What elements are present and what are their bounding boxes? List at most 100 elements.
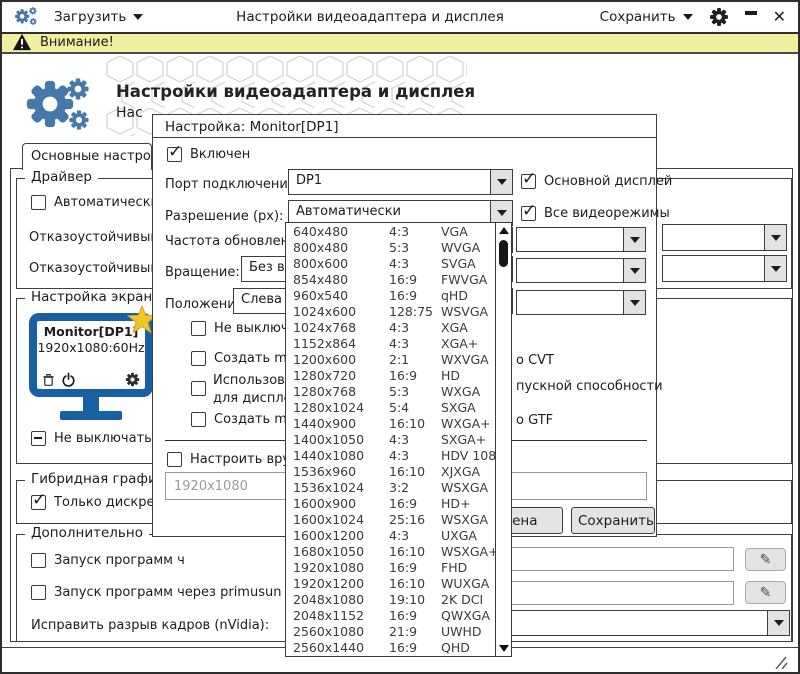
resolution-option-size: 2048x1152 [293, 608, 389, 624]
dropdown-arrow-icon[interactable] [623, 228, 645, 251]
tab-main-settings[interactable]: Основные настройки [22, 143, 152, 170]
resolution-option[interactable]: 1440x900 16:10 WXGA+ [286, 416, 495, 432]
resolution-option[interactable]: 1920x1200 16:10 WUXGA [286, 576, 495, 592]
all-modes-checkbox[interactable] [521, 206, 536, 221]
resolution-option-size: 1920x1200 [293, 576, 389, 592]
resolution-option-ratio: 16:10 [389, 464, 441, 480]
resolution-option[interactable]: 1200x600 2:1 WXVGA [286, 352, 495, 368]
manual-setup-checkbox[interactable] [167, 452, 182, 467]
edit-button-2[interactable]: ✎ [745, 581, 786, 604]
minimize-button[interactable] [745, 11, 757, 15]
resolution-option[interactable]: 1280x720 16:9 HD [286, 368, 495, 384]
resolution-option[interactable]: 1536x960 16:10 XJXGA [286, 464, 495, 480]
dropdown-arrow-icon[interactable] [764, 225, 786, 250]
dropdown-arrow-icon[interactable] [764, 256, 786, 281]
resolution-option[interactable]: 1440x1080 4:3 HDV 1080i [286, 448, 495, 464]
discrete-only-checkbox[interactable] [31, 495, 46, 510]
warning-bar: Внимание! [2, 32, 798, 54]
resolution-option-ratio: 4:3 [389, 336, 441, 352]
page-subtitle-fragment: Нас [116, 105, 143, 121]
dialog-keep-display-checkbox[interactable] [191, 321, 206, 336]
resolution-option[interactable]: 1680x1050 16:10 WSXGA+ [286, 544, 495, 560]
trash-icon[interactable] [42, 373, 55, 387]
resolution-option-size: 1152x864 [293, 336, 389, 352]
resolution-option-ratio: 19:10 [389, 592, 441, 608]
resolution-option[interactable]: 2560x1080 21:9 UWHD [286, 624, 495, 640]
modeline-gtf-checkbox[interactable] [191, 412, 206, 427]
resolution-option[interactable]: 2048x1080 19:10 2K DCI [286, 592, 495, 608]
edit-button-1[interactable]: ✎ [745, 548, 786, 571]
monitor-gear-icon[interactable] [125, 372, 140, 387]
resolution-option[interactable]: 1024x600 128:75 WSVGA [286, 304, 495, 320]
resolution-option-ratio: 16:10 [389, 416, 441, 432]
resolution-option-name: SXGA [441, 400, 495, 416]
scroll-up-icon[interactable] [499, 227, 509, 234]
port-combobox[interactable]: DP1 [288, 169, 513, 195]
failsafe-driver-combobox-2[interactable] [662, 255, 787, 282]
resolution-option[interactable]: 854x480 16:9 FWVGA [286, 272, 495, 288]
save-dialog-button[interactable]: Сохранить [571, 507, 655, 534]
resolution-option[interactable]: 1920x1080 16:9 FHD [286, 560, 495, 576]
resolution-option-name: WXVGA [441, 352, 495, 368]
enabled-label: Включен [190, 147, 250, 162]
monitor-stand [83, 397, 99, 411]
cvt-reduced-suffix: пускной способности [516, 379, 663, 394]
resolution-option-ratio: 5:4 [389, 400, 441, 416]
resolution-option[interactable]: 2560x1440 16:9 QHD [286, 640, 495, 656]
warning-text: Внимание! [40, 35, 114, 50]
resolution-option-size: 1280x720 [293, 368, 389, 384]
run-programs-label-1: Запуск программ ч [54, 553, 185, 568]
resolution-option[interactable]: 800x600 4:3 SVGA [286, 256, 495, 272]
all-modes-label: Все видеорежимы [544, 206, 670, 221]
resolution-option[interactable]: 1600x900 16:9 HD+ [286, 496, 495, 512]
resolution-option[interactable]: 1280x768 5:3 WXGA [286, 384, 495, 400]
resolution-option[interactable]: 1400x1050 4:3 SXGA+ [286, 432, 495, 448]
settings-gear-icon[interactable] [709, 7, 729, 27]
resolution-option[interactable]: 1536x1024 3:2 WSXGA [286, 480, 495, 496]
failsafe-driver-combobox-1[interactable] [662, 224, 787, 251]
resolution-option[interactable]: 2048x1152 16:9 QWXGA [286, 608, 495, 624]
modeline-cvt-checkbox[interactable] [191, 351, 206, 366]
dropdown-arrow-icon[interactable] [767, 611, 789, 635]
rotation-secondary-combobox[interactable] [516, 258, 646, 283]
resolution-option-name: HD [441, 368, 495, 384]
resolution-option[interactable]: 800x480 5:3 WVGA [286, 240, 495, 256]
resolution-option[interactable]: 1152x864 4:3 XGA+ [286, 336, 495, 352]
resolution-option[interactable]: 1280x1024 5:4 SXGA [286, 400, 495, 416]
resolution-option-ratio: 5:3 [389, 384, 441, 400]
resolution-option[interactable]: 1600x1200 4:3 UXGA [286, 528, 495, 544]
resolution-option[interactable]: 640x480 4:3 VGA [286, 224, 495, 240]
resolution-option[interactable]: 1024x768 4:3 XGA [286, 320, 495, 336]
resolution-option[interactable]: 1600x1024 25:16 WSXGA [286, 512, 495, 528]
resolution-option-name: HD+ [441, 496, 495, 512]
resolution-label: Разрешение (px): [165, 209, 283, 224]
resolution-option[interactable]: 960x540 16:9 qHD [286, 288, 495, 304]
primary-display-checkbox[interactable] [521, 174, 536, 189]
power-icon[interactable] [61, 372, 76, 387]
auto-driver-checkbox[interactable] [31, 195, 46, 210]
resolution-option-size: 1680x1050 [293, 544, 389, 560]
primary-display-row: Основной дисплей [521, 174, 672, 189]
position-secondary-combobox[interactable] [516, 290, 646, 315]
refresh-rate-secondary-combobox[interactable] [516, 227, 646, 252]
load-button[interactable]: Загрузить [54, 9, 143, 25]
scroll-thumb[interactable] [499, 240, 508, 267]
dropdown-arrow-icon[interactable] [623, 291, 645, 314]
save-button[interactable]: Сохранить [600, 9, 693, 25]
dropdown-arrow-icon[interactable] [490, 170, 512, 194]
caret-down-icon [683, 14, 693, 20]
resolution-option-name: FHD [441, 560, 495, 576]
close-button[interactable]: ✕ [773, 9, 786, 25]
list-scrollbar[interactable] [495, 223, 511, 656]
dropdown-arrow-icon[interactable] [623, 259, 645, 282]
keep-display-checkbox[interactable] [31, 431, 46, 446]
position-secondary-value [517, 291, 623, 314]
scroll-down-icon[interactable] [499, 645, 509, 652]
dialog-title: Настройка: Monitor[DP1] [165, 119, 339, 135]
resolution-option-size: 2560x1440 [293, 640, 389, 656]
resize-grip[interactable] [772, 656, 788, 669]
enabled-checkbox[interactable] [167, 147, 182, 162]
run-programs-checkbox-1[interactable] [31, 553, 46, 568]
cvt-reduced-checkbox[interactable] [191, 381, 206, 396]
run-programs-checkbox-2[interactable] [31, 585, 46, 600]
